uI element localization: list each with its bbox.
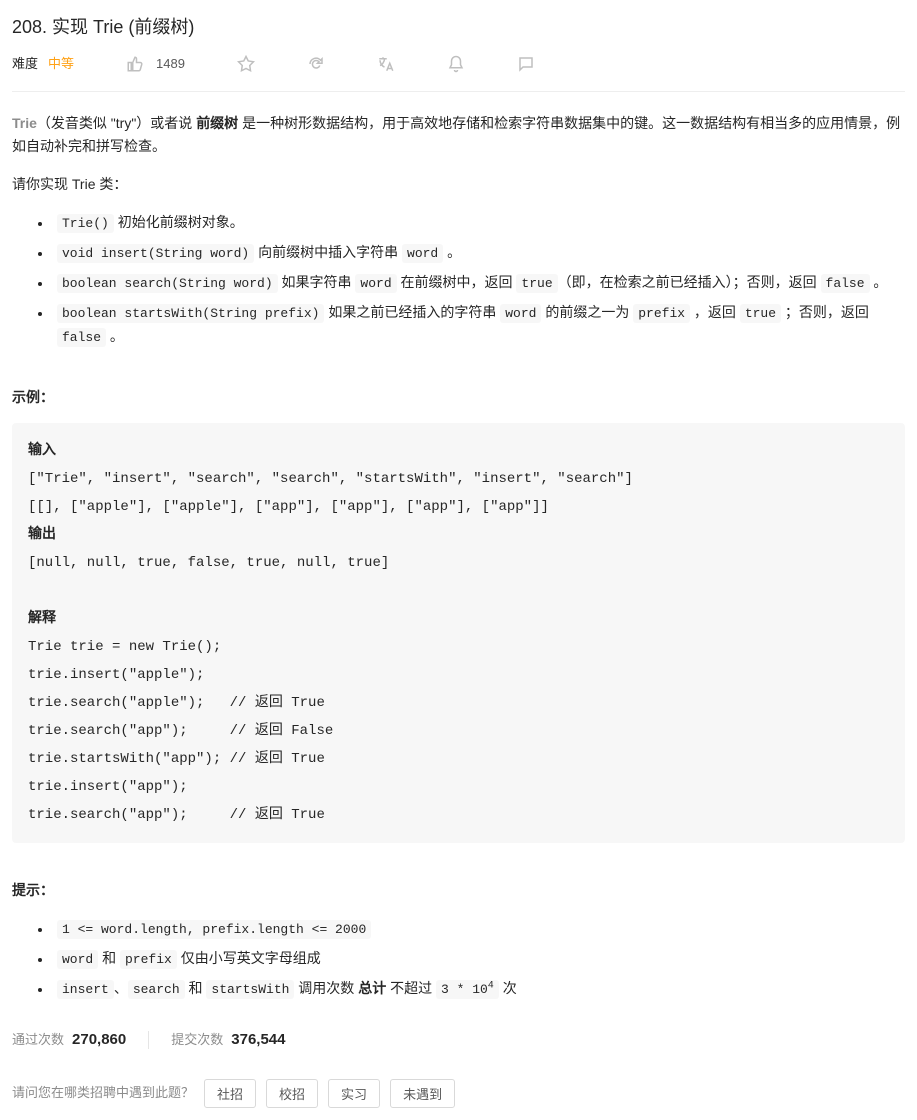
list-item: void insert(String word) 向前缀树中插入字符串 word… bbox=[52, 241, 905, 265]
intro-paragraph: Trie（发音类似 "try"）或者说 前缀树 是一种树形数据结构，用于高效地存… bbox=[12, 112, 905, 160]
list-item: 1 <= word.length, prefix.length <= 2000 bbox=[52, 917, 905, 941]
pass-label: 通过次数 bbox=[12, 1029, 64, 1051]
likes-group[interactable]: 1489 bbox=[126, 53, 185, 75]
difficulty-group: 难度 中等 bbox=[12, 53, 74, 75]
hints-heading: 提示： bbox=[12, 879, 905, 903]
divider bbox=[148, 1031, 149, 1049]
survey-option-none[interactable]: 未遇到 bbox=[390, 1079, 455, 1108]
please-paragraph: 请你实现 Trie 类： bbox=[12, 173, 905, 197]
survey-option-social[interactable]: 社招 bbox=[204, 1079, 256, 1108]
feedback-icon[interactable] bbox=[517, 55, 535, 73]
translate-icon[interactable] bbox=[377, 55, 395, 73]
survey-row: 请问您在哪类招聘中遇到此题？ 社招 校招 实习 未遇到 bbox=[12, 1079, 905, 1108]
survey-option-campus[interactable]: 校招 bbox=[266, 1079, 318, 1108]
example-heading: 示例： bbox=[12, 386, 905, 410]
submit-count: 提交次数 376,544 bbox=[171, 1027, 285, 1053]
meta-bar: 难度 中等 1489 bbox=[12, 53, 905, 92]
list-item: boolean search(String word) 如果字符串 word 在… bbox=[52, 271, 905, 295]
survey-text: 请问您在哪类招聘中遇到此题？ bbox=[12, 1082, 194, 1104]
example-block: 输入 ["Trie", "insert", "search", "search"… bbox=[12, 423, 905, 843]
hints-list: 1 <= word.length, prefix.length <= 2000 … bbox=[12, 917, 905, 1001]
pass-value: 270,860 bbox=[72, 1027, 126, 1053]
star-icon[interactable] bbox=[237, 55, 255, 73]
problem-title: 208. 实现 Trie (前缀树) bbox=[12, 12, 905, 43]
submit-label: 提交次数 bbox=[171, 1029, 223, 1051]
trie-word: Trie bbox=[12, 115, 37, 131]
survey-option-intern[interactable]: 实习 bbox=[328, 1079, 380, 1108]
likes-count: 1489 bbox=[156, 53, 185, 75]
list-item: boolean startsWith(String prefix) 如果之前已经… bbox=[52, 301, 905, 349]
submit-value: 376,544 bbox=[231, 1027, 285, 1053]
stats-bar: 通过次数 270,860 提交次数 376,544 bbox=[12, 1027, 905, 1053]
problem-content: Trie（发音类似 "try"）或者说 前缀树 是一种树形数据结构，用于高效地存… bbox=[12, 112, 905, 1108]
thumbs-up-icon bbox=[126, 55, 144, 73]
pass-count: 通过次数 270,860 bbox=[12, 1027, 126, 1053]
list-item: insert、search 和 startsWith 调用次数 总计 不超过 3… bbox=[52, 977, 905, 1001]
list-item: Trie() 初始化前缀树对象。 bbox=[52, 211, 905, 235]
bell-icon[interactable] bbox=[447, 55, 465, 73]
difficulty-label: 难度 bbox=[12, 53, 38, 75]
list-item: word 和 prefix 仅由小写英文字母组成 bbox=[52, 947, 905, 971]
method-list: Trie() 初始化前缀树对象。 void insert(String word… bbox=[12, 211, 905, 349]
share-icon[interactable] bbox=[307, 55, 325, 73]
difficulty-value: 中等 bbox=[48, 53, 74, 75]
